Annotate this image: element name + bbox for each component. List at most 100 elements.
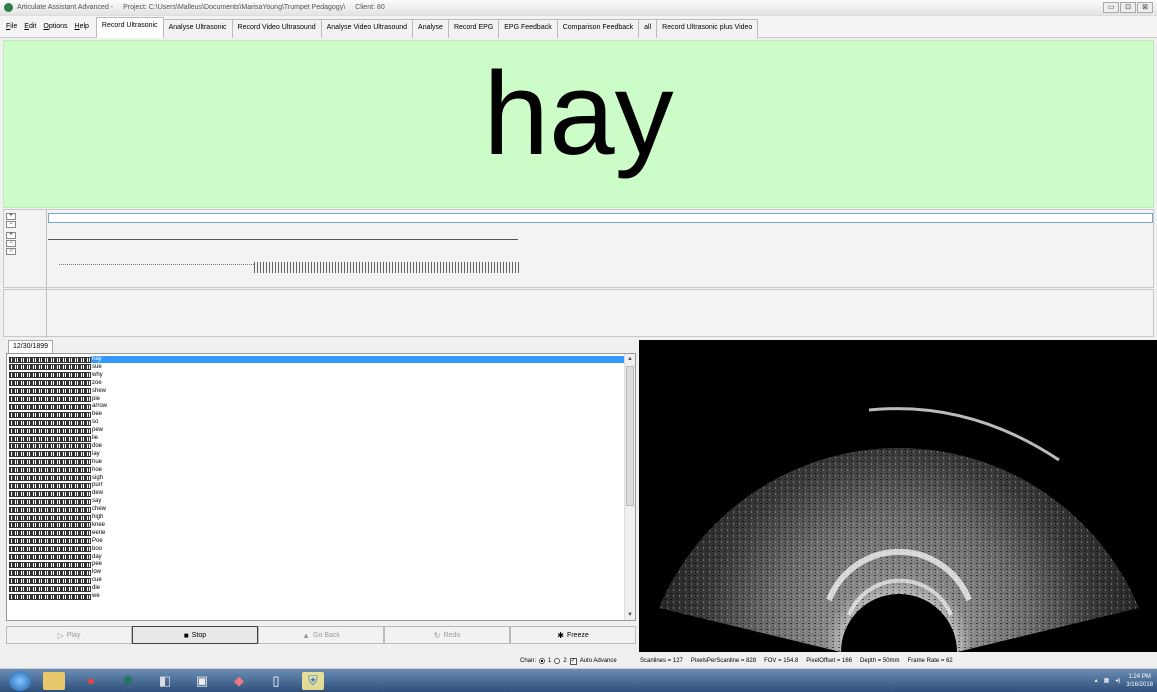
paint-icon[interactable]: ◆ — [228, 672, 250, 690]
scroll-thumb[interactable] — [626, 366, 634, 506]
tray-volume-icon[interactable]: ◂) — [1115, 677, 1120, 684]
list-item[interactable]: so — [9, 419, 141, 426]
list-item-label: lie — [92, 435, 99, 441]
security-app-icon[interactable]: ⛨ — [302, 671, 324, 690]
chrome-icon[interactable]: ● — [80, 672, 102, 690]
document-icon[interactable]: ▯ — [265, 672, 287, 690]
timeline-bar[interactable] — [48, 213, 1153, 223]
start-button[interactable] — [9, 670, 31, 691]
tab-record-ultrasonic-plus-video[interactable]: Record Ultrasonic plus Video — [656, 18, 759, 38]
restore-button[interactable]: ⊡ — [1120, 2, 1136, 13]
redo-button[interactable]: ↻ Redo — [384, 626, 510, 644]
list-item[interactable]: arrow — [9, 403, 141, 410]
tab-all[interactable]: all — [638, 18, 658, 38]
list-item[interactable]: high — [9, 514, 141, 521]
epg-grid-icon — [9, 380, 91, 387]
list-item[interactable]: cue — [9, 577, 141, 584]
scroll-down-icon[interactable]: ▼ — [625, 610, 635, 620]
list-item[interactable]: zoe — [9, 380, 141, 387]
scroll-up-icon[interactable]: ▲ — [625, 354, 635, 364]
stop-button[interactable]: ■ Stop — [132, 626, 258, 644]
list-item[interactable]: pew — [9, 427, 141, 434]
scale-up-button[interactable]: + — [6, 232, 16, 239]
waveform-axis — [48, 239, 518, 240]
list-item-label: bee — [92, 411, 103, 418]
tab-record-epg[interactable]: Record EPG — [447, 18, 500, 38]
list-item[interactable]: say — [9, 498, 141, 505]
list-item-label: hoe — [92, 466, 103, 473]
tab-epg-feedback[interactable]: EPG Feedback — [498, 18, 558, 38]
auto-advance-checkbox[interactable]: ✓ — [569, 657, 577, 665]
list-item[interactable]: sue — [9, 364, 141, 371]
list-item[interactable]: lie — [9, 435, 141, 442]
freeze-icon: ✱ — [557, 630, 564, 640]
list-item[interactable]: hoe — [9, 467, 141, 474]
reset-button[interactable]: ○ — [6, 248, 16, 255]
articulate-icon[interactable]: ✱ — [117, 672, 139, 690]
list-item[interactable]: Poe — [9, 538, 141, 545]
menu-options[interactable]: Options — [43, 23, 67, 30]
list-item[interactable]: bee — [9, 411, 141, 418]
list-scrollbar[interactable]: ▲ ▼ — [624, 354, 635, 620]
tab-comparison-feedback[interactable]: Comparison Feedback — [556, 18, 640, 38]
client-id: Client: 80 — [355, 4, 385, 11]
list-item[interactable]: purr — [9, 482, 141, 489]
button-label: Play — [66, 631, 81, 639]
list-item[interactable]: knee — [9, 522, 141, 529]
tray-network-icon[interactable]: ▦ — [1104, 677, 1110, 684]
app-title: Articulate Assistant Advanced - — [17, 4, 114, 11]
menu-edit[interactable]: Edit — [24, 23, 36, 30]
list-item-label: zoe — [92, 379, 102, 386]
file-explorer-icon[interactable] — [43, 671, 65, 690]
list-item[interactable]: shew — [9, 388, 141, 395]
list-item[interactable]: lay — [9, 451, 141, 458]
play-button[interactable]: ▷ Play — [6, 626, 132, 644]
list-item[interactable]: pee — [9, 561, 141, 568]
tab-record-video-ultrasound[interactable]: Record Video Ultrasound — [231, 18, 322, 38]
media-app-icon[interactable]: ◧ — [154, 672, 176, 690]
epg-grid-icon — [9, 443, 91, 450]
epg-grid-icon — [9, 459, 91, 466]
device-app-icon[interactable]: ▣ — [191, 672, 213, 690]
minimize-button[interactable]: ▭ — [1103, 2, 1119, 13]
list-item[interactable]: we — [9, 593, 141, 600]
zoom-out-button[interactable]: − — [6, 221, 16, 228]
menu-file[interactable]: File — [6, 23, 17, 30]
tab-analyse-ultrasonic[interactable]: Analyse Ultrasonic — [162, 18, 233, 38]
list-item[interactable]: die — [9, 585, 141, 592]
zoom-in-button[interactable]: + — [6, 213, 16, 220]
channel-1-radio[interactable] — [539, 658, 546, 664]
channel-2-radio[interactable] — [554, 658, 561, 664]
list-item[interactable]: dew — [9, 490, 141, 497]
tab-record-ultrasonic[interactable]: Record Ultrasonic — [95, 16, 164, 38]
list-item[interactable]: hay — [9, 356, 627, 363]
list-item-label: knee — [92, 521, 106, 528]
list-item-label: pee — [92, 561, 103, 568]
freeze-button[interactable]: ✱ Freeze — [510, 626, 636, 644]
list-item[interactable]: pie — [9, 396, 141, 403]
list-item[interactable]: day — [9, 554, 141, 561]
list-item[interactable]: eerie — [9, 530, 141, 537]
epg-grid-icon — [9, 475, 91, 481]
tab-analyse-video-ultrasound[interactable]: Analyse Video Ultrasound — [320, 18, 414, 38]
session-date-tab[interactable]: 12/30/1899 — [8, 340, 54, 353]
prompt-list[interactable]: hay sue why zoe shew pie arrow bee so pew lie doe la… — [6, 353, 636, 621]
close-button[interactable]: ⊠ — [1137, 2, 1153, 13]
tab-analyse[interactable]: Analyse — [412, 18, 449, 38]
list-item[interactable]: hue — [9, 459, 141, 466]
list-item[interactable]: chew — [9, 506, 141, 513]
go-back-button[interactable]: ▲ Go Back — [258, 626, 384, 644]
ultrasound-view — [639, 340, 1157, 652]
list-item[interactable]: boo — [9, 546, 141, 553]
menu-help[interactable]: Help — [75, 23, 89, 30]
prompt-word: hay — [483, 48, 674, 180]
tray-expand-icon[interactable]: ▴ — [1095, 677, 1098, 684]
clock[interactable]: 1:24 PM 3/16/2018 — [1126, 673, 1153, 689]
list-item[interactable]: doe — [9, 443, 141, 450]
list-item-label: sue — [92, 363, 102, 370]
list-item[interactable]: sigh — [9, 475, 141, 482]
list-item[interactable]: low — [9, 569, 141, 576]
scale-down-button[interactable]: − — [6, 240, 16, 247]
redo-icon: ↻ — [433, 630, 441, 640]
list-item[interactable]: why — [9, 372, 141, 379]
